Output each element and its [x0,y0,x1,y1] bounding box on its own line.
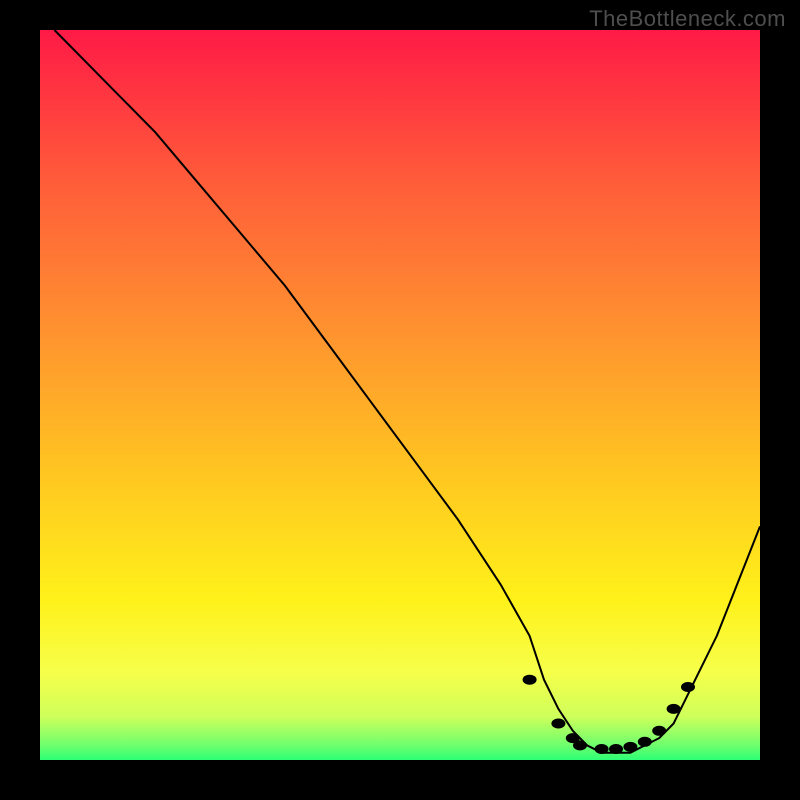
marker-dot [523,675,537,685]
plot-area [40,30,760,760]
chart-frame: TheBottleneck.com [0,0,800,800]
marker-dot [551,719,565,729]
marker-dot [667,704,681,714]
marker-dot [623,742,637,752]
marker-dot [681,682,695,692]
gradient-rect [40,30,760,760]
watermark-text: TheBottleneck.com [589,6,786,32]
marker-dot [609,744,623,754]
marker-dot [638,737,652,747]
marker-dot [595,744,609,754]
marker-dot [652,726,666,736]
marker-dot [573,740,587,750]
